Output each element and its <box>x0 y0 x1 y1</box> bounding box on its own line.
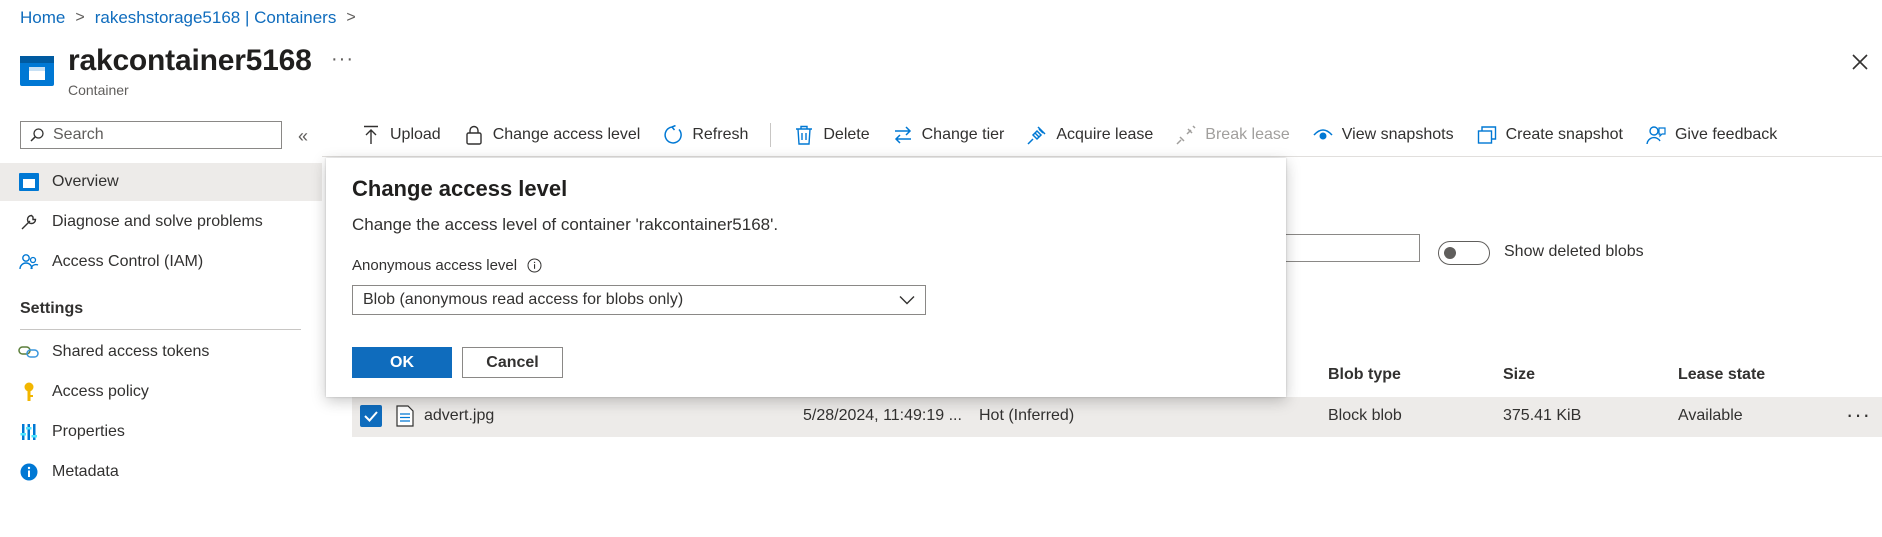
swap-arrows-icon <box>892 124 914 146</box>
wrench-icon <box>18 211 40 233</box>
delete-label: Delete <box>823 126 870 143</box>
table-row[interactable] <box>352 397 1882 437</box>
info-icon[interactable] <box>527 258 542 273</box>
blob-type-cell: Block blob <box>1328 407 1402 424</box>
key-icon <box>18 381 40 403</box>
command-bar: Upload Change access level Refresh Delet… <box>360 120 1799 150</box>
lock-icon <box>463 124 485 146</box>
column-header-blob-type[interactable]: Blob type <box>1328 366 1401 384</box>
access-level-label: Anonymous access level <box>352 257 542 274</box>
sidebar-item-label: Shared access tokens <box>52 343 210 360</box>
change-access-level-label: Change access level <box>492 126 641 143</box>
sidebar-item-label: Diagnose and solve problems <box>52 213 263 230</box>
search-icon <box>29 127 45 143</box>
refresh-button[interactable]: Refresh <box>662 124 748 146</box>
breadcrumb: Home > rakeshstorage5168 | Containers > <box>20 8 366 28</box>
refresh-icon <box>662 124 684 146</box>
sidebar-item-access-policy[interactable]: Access policy <box>0 373 322 411</box>
change-tier-button[interactable]: Change tier <box>892 124 1005 146</box>
chevron-down-icon <box>899 295 915 305</box>
filter-input[interactable] <box>1280 234 1420 262</box>
toggle-knob <box>1444 247 1456 259</box>
tier-cell: Hot (Inferred) <box>979 407 1075 424</box>
sidebar-item-label: Access Control (IAM) <box>52 253 204 270</box>
upload-button[interactable]: Upload <box>360 124 441 146</box>
people-icon <box>18 251 40 273</box>
page-subtitle: Container <box>68 82 129 98</box>
feedback-icon <box>1645 124 1667 146</box>
properties-icon <box>18 421 40 443</box>
section-heading-settings: Settings <box>20 300 84 317</box>
sidebar-item-iam[interactable]: Access Control (IAM) <box>0 243 322 281</box>
container-icon <box>18 171 40 193</box>
toggle-label: Show deleted blobs <box>1504 243 1644 260</box>
ok-button[interactable]: OK <box>352 347 452 378</box>
create-snapshot-label: Create snapshot <box>1505 126 1623 143</box>
access-level-dropdown[interactable]: Blob (anonymous read access for blobs on… <box>352 285 926 315</box>
give-feedback-label: Give feedback <box>1674 126 1778 143</box>
link-icon <box>18 341 40 363</box>
search-input[interactable] <box>51 125 275 145</box>
dialog-description: Change the access level of container 'ra… <box>352 215 779 234</box>
cancel-button[interactable]: Cancel <box>462 347 563 378</box>
info-icon <box>18 461 40 483</box>
eye-icon <box>1312 124 1334 146</box>
access-level-selected-value: Blob (anonymous read access for blobs on… <box>363 291 684 308</box>
file-icon <box>396 405 414 427</box>
sidebar-item-label: Overview <box>52 173 119 190</box>
break-lease-label: Break lease <box>1205 126 1290 143</box>
change-access-level-dialog: Change access level Change the access le… <box>326 158 1286 397</box>
upload-label: Upload <box>390 126 441 143</box>
toolbar-separator <box>770 123 772 147</box>
sidebar-item-shared-access-tokens[interactable]: Shared access tokens <box>0 333 322 371</box>
view-snapshots-button[interactable]: View snapshots <box>1312 124 1454 146</box>
acquire-lease-button[interactable]: Acquire lease <box>1026 124 1153 146</box>
more-options-button[interactable]: ··· <box>331 48 354 71</box>
create-snapshot-button[interactable]: Create snapshot <box>1476 124 1623 146</box>
snapshot-icon <box>1476 124 1498 146</box>
column-header-lease-state[interactable]: Lease state <box>1678 366 1765 384</box>
delete-button[interactable]: Delete <box>793 124 870 146</box>
dialog-title: Change access level <box>352 176 568 201</box>
row-more-options-button[interactable]: ··· <box>1846 402 1871 428</box>
toolbar-divider <box>322 156 1882 157</box>
broken-plug-icon <box>1175 124 1197 146</box>
column-header-size[interactable]: Size <box>1503 366 1535 384</box>
row-checkbox[interactable] <box>360 405 382 427</box>
search-input-container[interactable] <box>20 121 282 149</box>
sidebar-item-overview[interactable]: Overview <box>0 163 322 201</box>
view-snapshots-label: View snapshots <box>1341 126 1454 143</box>
size-cell: 375.41 KiB <box>1503 407 1582 424</box>
sidebar-item-label: Access policy <box>52 383 149 400</box>
change-tier-label: Change tier <box>921 126 1005 143</box>
lease-state-cell: Available <box>1678 407 1743 424</box>
show-deleted-blobs-toggle[interactable] <box>1438 241 1490 265</box>
modified-cell: 5/28/2024, 11:49:19 ... <box>803 407 962 424</box>
refresh-label: Refresh <box>692 126 749 143</box>
divider <box>20 329 301 330</box>
close-icon[interactable] <box>1850 52 1870 72</box>
change-access-level-button[interactable]: Change access level <box>463 124 641 146</box>
give-feedback-button[interactable]: Give feedback <box>1645 124 1777 146</box>
acquire-lease-label: Acquire lease <box>1056 126 1154 143</box>
breadcrumb-containers[interactable]: rakeshstorage5168 | Containers <box>95 8 337 28</box>
page-title: rakcontainer5168 <box>68 44 312 77</box>
breadcrumb-home[interactable]: Home <box>20 8 65 28</box>
break-lease-button[interactable]: Break lease <box>1175 124 1290 146</box>
sidebar-item-label: Properties <box>52 423 125 440</box>
plug-icon <box>1026 124 1048 146</box>
upload-icon <box>360 124 382 146</box>
breadcrumb-separator: > <box>75 9 85 26</box>
sidebar-item-properties[interactable]: Properties <box>0 413 322 451</box>
access-level-label-text: Anonymous access level <box>352 257 518 274</box>
sidebar-item-diagnose[interactable]: Diagnose and solve problems <box>0 203 322 241</box>
container-icon <box>20 56 54 86</box>
collapse-sidebar-button[interactable]: « <box>298 126 308 147</box>
sidebar-item-metadata[interactable]: Metadata <box>0 453 322 491</box>
trash-icon <box>793 124 815 146</box>
sidebar-item-label: Metadata <box>52 463 119 480</box>
breadcrumb-separator: > <box>346 9 356 26</box>
blob-name-link[interactable]: advert.jpg <box>424 407 494 425</box>
